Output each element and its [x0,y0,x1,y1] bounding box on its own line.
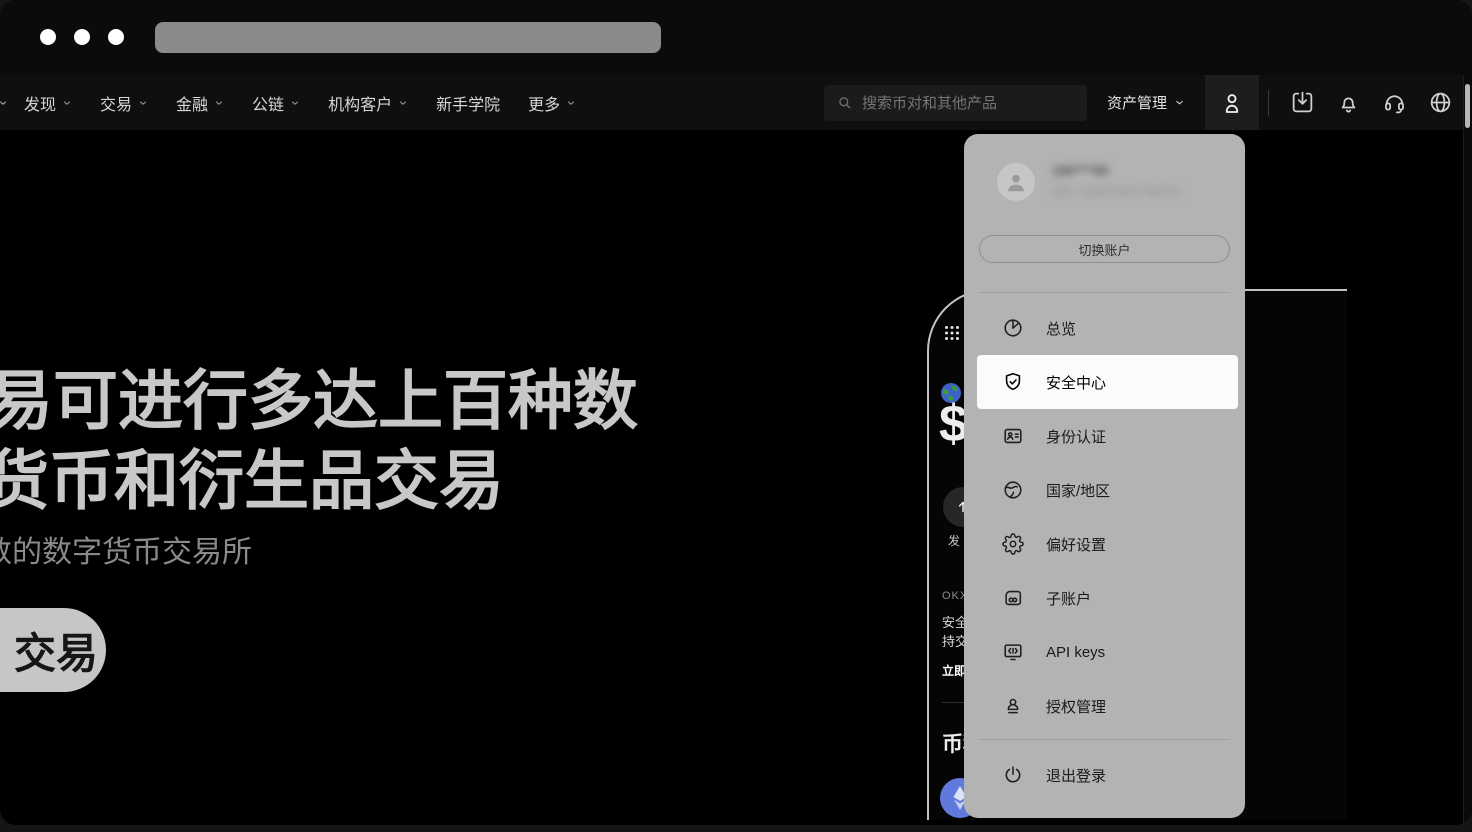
download-app-button[interactable] [1279,75,1325,130]
nav-item-label: 发现 [24,91,56,115]
nav-item-trade[interactable]: 交易 [86,91,162,115]
chevron-down-icon [1174,97,1185,108]
stamp-icon [1002,695,1024,717]
window-control-dot[interactable] [74,29,90,45]
menu-item-overview[interactable]: 总览 [964,301,1245,355]
window-control-dot[interactable] [108,29,124,45]
page-title-line2: 货币和衍生品交易 [0,428,504,522]
page-subtitle: 数的数字货币交易所 [0,527,252,571]
chevron-down-icon [214,98,224,108]
assets-menu-label: 资产管理 [1107,92,1167,113]
send-label: 发 [948,532,960,549]
main-nav: 发现 交易 金融 公链 机构客户 新手学院 更 [0,75,1463,130]
menu-item-identity-verification[interactable]: 身份认证 [964,409,1245,463]
menu-item-label: API keys [1046,644,1105,661]
apps-grid-icon[interactable] [944,325,960,341]
search-icon [836,94,853,111]
menu-item-logout[interactable]: 退出登录 [964,748,1245,802]
logout-section: 退出登录 [964,748,1245,802]
headset-icon [1382,90,1407,115]
nav-item-label: 更多 [528,91,560,115]
menu-item-subaccounts[interactable]: 子账户 [964,571,1245,625]
trade-cta-label: 交易 [14,620,98,681]
globe-region-icon [1002,479,1024,501]
wallet-link-icon [1002,587,1024,609]
account-menu-list: 总览 安全中心 身份认证 国家/地区 [964,301,1245,733]
nav-left-group: 发现 交易 金融 公链 机构客户 新手学院 更 [0,91,590,115]
nav-divider [1268,90,1269,116]
api-code-icon [1002,641,1024,663]
phone-cta-link[interactable]: 立即 [942,662,966,679]
address-bar[interactable] [155,22,661,53]
nav-item-more[interactable]: 更多 [514,91,590,115]
id-card-icon [1002,425,1024,447]
nav-item-finance[interactable]: 金融 [162,91,238,115]
language-button[interactable] [1417,75,1463,130]
menu-item-label: 授权管理 [1046,696,1106,717]
account-menu: 186****95 UID: 318675457798754 切换账户 总览 安… [964,134,1245,818]
window-control-dot[interactable] [40,29,56,45]
menu-item-api-keys[interactable]: API keys [964,625,1245,679]
nav-item-chain[interactable]: 公链 [238,91,314,115]
menu-item-label: 安全中心 [1046,372,1106,393]
avatar [997,163,1035,201]
chevron-down-icon [566,98,576,108]
bell-icon [1336,90,1361,115]
nav-item-discover[interactable]: 发现 [10,91,86,115]
power-icon [1002,764,1024,786]
nav-item-institutional[interactable]: 机构客户 [314,91,422,115]
menu-item-label: 退出登录 [1046,765,1106,786]
menu-item-preferences[interactable]: 偏好设置 [964,517,1245,571]
menu-item-label: 偏好设置 [1046,534,1106,555]
menu-item-country-region[interactable]: 国家/地区 [964,463,1245,517]
gear-icon [1002,533,1024,555]
chevron-down-icon [62,98,72,108]
username-masked: 186****95 [1052,163,1108,178]
page-scrollbar[interactable] [1463,75,1472,825]
browser-window: 发现 交易 金融 公链 机构客户 新手学院 更 [0,0,1472,825]
scrollbar-thumb[interactable] [1465,84,1470,128]
globe-icon [1428,90,1453,115]
pie-chart-icon [1002,317,1024,339]
menu-divider [979,292,1230,293]
search-box[interactable]: 搜索币对和其他产品 [824,85,1087,121]
switch-account-label: 切换账户 [1078,240,1130,259]
menu-item-label: 国家/地区 [1046,480,1110,501]
menu-item-label: 总览 [1046,318,1076,339]
menu-divider [979,739,1230,740]
nav-item-label: 金融 [176,91,208,115]
menu-item-authorization[interactable]: 授权管理 [964,679,1245,733]
shield-check-icon [1002,371,1024,393]
support-button[interactable] [1371,75,1417,130]
nav-item-label: 新手学院 [436,91,500,115]
chevron-down-icon [138,98,148,108]
assets-menu[interactable]: 资产管理 [1087,92,1205,113]
nav-item-academy[interactable]: 新手学院 [422,91,514,115]
chevron-down-icon [398,98,408,108]
uid-masked: UID: 318675457798754 [1052,185,1179,199]
menu-item-label: 身份认证 [1046,426,1106,447]
clipped-chevron-down-icon [0,98,10,108]
nav-item-label: 公链 [252,91,284,115]
window-controls [40,29,124,45]
person-icon [1219,90,1245,116]
search-placeholder: 搜索币对和其他产品 [862,92,997,113]
profile-button[interactable] [1205,75,1259,130]
notifications-button[interactable] [1325,75,1371,130]
menu-item-label: 子账户 [1046,588,1091,609]
person-icon [1003,169,1029,195]
nav-right-group: 搜索币对和其他产品 资产管理 [824,75,1463,130]
menu-item-security-center[interactable]: 安全中心 [977,355,1238,409]
switch-account-button[interactable]: 切换账户 [979,235,1230,263]
nav-item-label: 交易 [100,91,132,115]
chevron-down-icon [290,98,300,108]
download-icon [1290,90,1315,115]
trade-cta-button[interactable]: 交易 [0,608,106,692]
browser-chrome [0,0,1472,75]
nav-item-label: 机构客户 [328,91,392,115]
